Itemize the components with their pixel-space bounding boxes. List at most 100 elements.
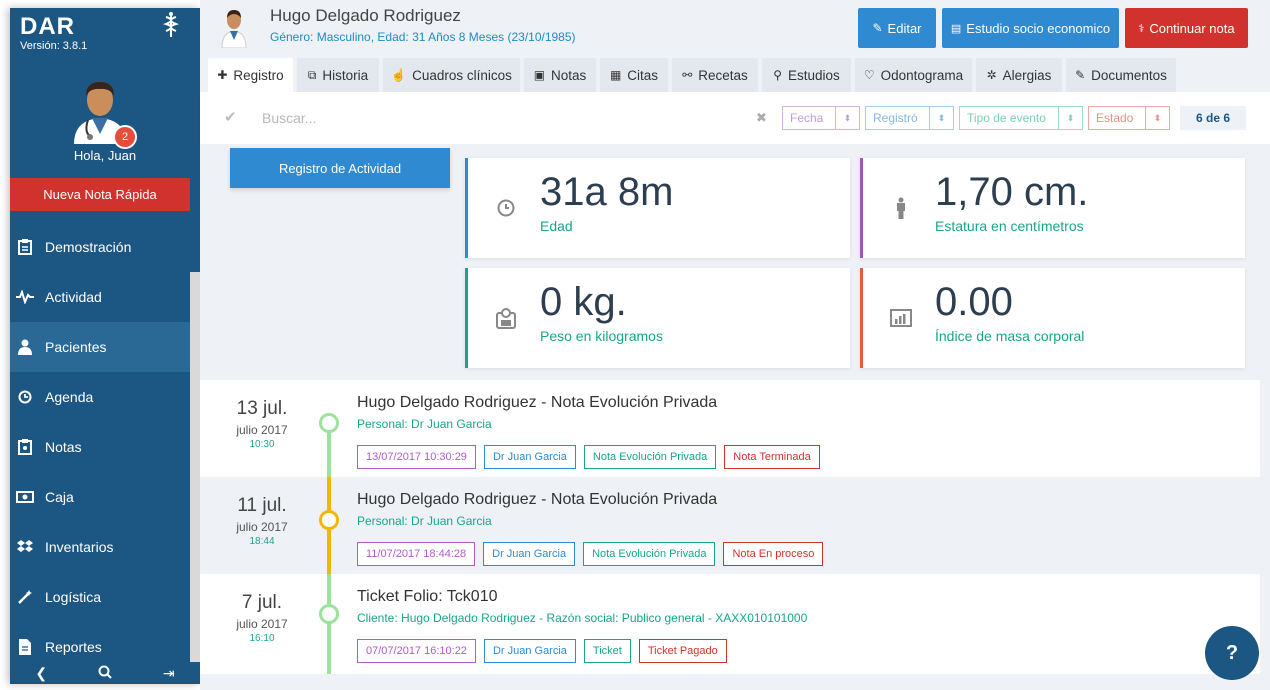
edit-button[interactable]: ✎ Editar [858, 8, 936, 48]
entry-tags: 07/07/2017 16:10:22 Dr Juan Garcia Ticke… [357, 639, 727, 663]
edit-label: Editar [887, 20, 922, 36]
tab-odontograma[interactable]: ♡ Odontograma [855, 58, 972, 92]
stat-label: Edad [540, 218, 573, 234]
entry-title[interactable]: Hugo Delgado Rodriguez - Nota Evolución … [357, 394, 717, 412]
entry-title[interactable]: Ticket Folio: Tck010 [357, 588, 498, 606]
sidebar-item-demostracion[interactable]: Demostración [10, 222, 190, 272]
version-label: Versión: 3.8.1 [20, 40, 88, 52]
tab-registro[interactable]: ✚ Registro [208, 58, 293, 92]
timeline-entry[interactable]: 7 jul. julio 2017 16:10 Ticket Folio: Tc… [200, 574, 1260, 674]
clock-icon [492, 194, 520, 222]
stat-card-bmi: 0.00 Índice de masa corporal [860, 268, 1245, 368]
entry-time: 16:10 [249, 633, 275, 644]
entry-day: 11 jul. [237, 495, 287, 516]
logout-icon[interactable]: ⇥ [163, 665, 175, 682]
clipboard-icon: ▣ [533, 68, 546, 82]
sidebar-menu: Demostración Actividad Pacientes Agenda … [10, 222, 190, 672]
sidebar-item-label: Inventarios [45, 539, 114, 555]
stat-card-weight: 0 kg. Peso en kilogramos [465, 268, 850, 368]
entry-date: 7 jul. julio 2017 16:10 [200, 574, 324, 644]
patient-name: Hugo Delgado Rodriguez [270, 6, 461, 25]
type-tag: Ticket [583, 639, 631, 663]
entry-tags: 11/07/2017 18:44:28 Dr Juan Garcia Nota … [357, 542, 824, 566]
patient-header: Hugo Delgado Rodriguez Género: Masculino… [200, 0, 1270, 58]
tab-alergias[interactable]: ✲ Alergias [976, 58, 1062, 92]
entry-subtitle: Cliente: Hugo Delgado Rodriguez - Razón … [357, 611, 808, 625]
brand[interactable]: DAR Versión: 3.8.1 [20, 14, 88, 53]
entry-title[interactable]: Hugo Delgado Rodriguez - Nota Evolución … [357, 491, 717, 509]
notification-badge[interactable]: 2 [113, 125, 137, 149]
tab-estudios[interactable]: ⚲ Estudios [762, 58, 851, 92]
tab-cuadros-clinicos[interactable]: ☝ Cuadros clínicos [383, 58, 520, 92]
socio-economic-study-button[interactable]: ▤ Estudio socio economico [942, 8, 1119, 48]
sidebar-item-agenda[interactable]: Agenda [10, 372, 190, 422]
chevron-left-icon[interactable]: ❮ [35, 665, 47, 682]
clipboard-icon [14, 438, 36, 456]
sidebar-item-notas[interactable]: Notas [10, 422, 190, 472]
sort-icon: ⬍ [1145, 107, 1169, 129]
stat-card-height: 1,70 cm. Estatura en centímetros [860, 158, 1245, 258]
stat-value: 0.00 [935, 280, 1013, 324]
sidebar-scrollbar[interactable] [190, 272, 200, 684]
entry-month: julio 2017 [236, 617, 288, 631]
status-tag: Nota Terminada [724, 445, 820, 469]
clear-icon[interactable]: ✖ [756, 110, 767, 126]
dropbox-icon [14, 538, 36, 556]
date-tag: 07/07/2017 16:10:22 [357, 639, 476, 663]
filter-registro[interactable]: Registró ⬍ [865, 106, 954, 130]
sidebar-item-actividad[interactable]: Actividad [10, 272, 190, 322]
timeline-entry[interactable]: 11 jul. julio 2017 18:44 Hugo Delgado Ro… [200, 477, 1260, 574]
doctor-tag: Dr Juan Garcia [483, 445, 576, 469]
entry-month: julio 2017 [236, 520, 288, 534]
hand-icon: ☝ [391, 68, 407, 82]
stat-label: Índice de masa corporal [935, 328, 1085, 344]
medical-kit-icon: ✚ [217, 68, 228, 82]
search-input[interactable] [262, 106, 742, 130]
search-icon[interactable] [98, 665, 112, 682]
tab-documentos[interactable]: ✎ Documentos [1066, 58, 1176, 92]
continue-label: Continuar nota [1149, 20, 1235, 36]
tooth-icon: ♡ [863, 68, 875, 82]
tab-recetas[interactable]: ⚯ Recetas [672, 58, 758, 92]
pills-icon: ⚯ [682, 68, 693, 82]
tab-label: Documentos [1091, 67, 1167, 83]
sidebar-item-caja[interactable]: Caja [10, 472, 190, 522]
doctor-tag: Dr Juan Garcia [483, 639, 576, 663]
timeline-entry[interactable]: 13 jul. julio 2017 10:30 Hugo Delgado Ro… [200, 380, 1260, 477]
sidebar-item-logistica[interactable]: Logística [10, 572, 190, 622]
sort-icon: ⬍ [835, 107, 859, 129]
filter-estado[interactable]: Estado ⬍ [1088, 106, 1170, 130]
check-icon[interactable]: ✔ [224, 108, 237, 126]
sidebar-item-label: Logística [45, 589, 102, 605]
tab-bar: ✚ Registro ⧉ Historia ☝ Cuadros clínicos ▣ N… [200, 58, 1270, 92]
result-count: 6 de 6 [1180, 106, 1246, 130]
tab-label: Registro [233, 67, 284, 83]
study-label: Estudio socio economico [966, 20, 1111, 36]
stat-value: 0 kg. [540, 280, 627, 324]
sort-icon: ⬍ [929, 107, 953, 129]
tab-label: Estudios [788, 67, 840, 83]
sidebar-item-pacientes[interactable]: Pacientes [10, 322, 190, 372]
entry-month: julio 2017 [236, 423, 288, 437]
tab-label: Cuadros clínicos [412, 67, 512, 83]
sidebar-item-label: Caja [45, 489, 74, 505]
tab-label: Historia [322, 67, 369, 83]
microscope-icon: ⚲ [773, 68, 782, 82]
activity-log-button[interactable]: Registro de Actividad [230, 148, 450, 188]
help-button[interactable]: ? [1205, 626, 1259, 680]
quick-note-button[interactable]: Nueva Nota Rápida [10, 178, 190, 211]
tab-historia[interactable]: ⧉ Historia [297, 58, 379, 92]
clock-icon [14, 388, 36, 406]
entry-subtitle: Personal: Dr Juan Garcia [357, 417, 492, 431]
entry-time: 18:44 [249, 536, 275, 547]
filter-fecha[interactable]: Fecha ⬍ [782, 106, 860, 130]
sidebar-item-label: Agenda [45, 389, 94, 405]
continue-note-button[interactable]: ⚕ Continuar nota [1125, 8, 1248, 48]
sidebar-footer: ❮ ⇥ [10, 662, 200, 684]
copy-icon: ⧉ [307, 67, 317, 82]
entry-date: 13 jul. julio 2017 10:30 [200, 380, 324, 450]
tab-citas[interactable]: ▦ Citas [600, 58, 668, 92]
tab-notas[interactable]: ▣ Notas [524, 58, 596, 92]
filter-tipo-evento[interactable]: Tipo de evento ⬍ [959, 106, 1083, 130]
sidebar-item-inventarios[interactable]: Inventarios [10, 522, 190, 572]
